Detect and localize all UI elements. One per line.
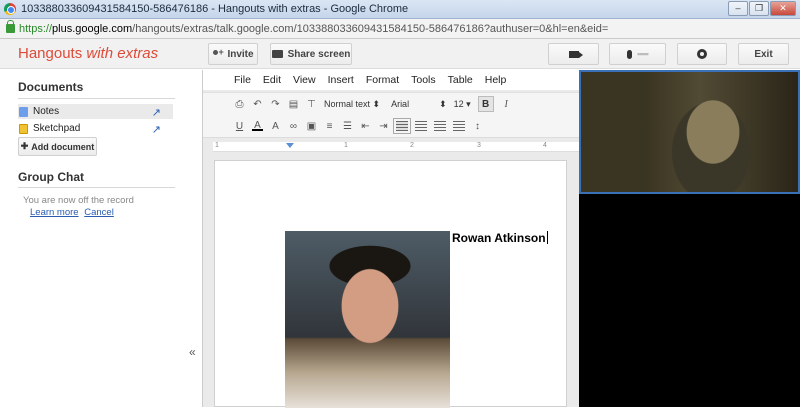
microphone-toggle-button[interactable]: ▪▪▪▪▪ xyxy=(609,43,666,65)
align-justify-icon[interactable] xyxy=(453,121,465,131)
menu-insert[interactable]: Insert xyxy=(328,74,354,86)
link-icon[interactable]: ∞ xyxy=(288,121,299,132)
formatting-toolbar-row1: ⎙ ↶ ↷ ▤ ⊤ Normal text ⬍ Arial ⬍ 12 ▾ B I xyxy=(203,92,580,115)
camera-toggle-button[interactable] xyxy=(548,43,599,65)
mic-level-indicator: ▪▪▪▪▪ xyxy=(637,49,649,59)
document-editor: File Edit View Insert Format Tools Table… xyxy=(202,70,580,408)
doc-item-notes[interactable]: Notes ↗ xyxy=(18,104,173,119)
redo-icon[interactable]: ↷ xyxy=(270,99,281,110)
exit-button[interactable]: Exit xyxy=(738,43,789,65)
paste-icon[interactable]: ▤ xyxy=(288,99,299,110)
divider xyxy=(18,187,175,188)
decrease-indent-icon[interactable]: ⇤ xyxy=(360,121,371,132)
align-right-icon[interactable] xyxy=(434,121,446,131)
url-text[interactable]: https://plus.google.com/hangouts/extras/… xyxy=(19,23,608,35)
highlight-color-icon[interactable]: A xyxy=(270,121,281,132)
underline-icon[interactable]: U xyxy=(234,121,245,132)
doc-item-sketchpad[interactable]: Sketchpad ↗ xyxy=(18,121,173,136)
open-external-icon[interactable]: ↗ xyxy=(152,106,161,119)
menu-format[interactable]: Format xyxy=(366,74,399,86)
menu-edit[interactable]: Edit xyxy=(263,74,281,86)
app-brand: Hangouts with extras xyxy=(18,45,159,62)
settings-button[interactable] xyxy=(677,43,727,65)
video-panel xyxy=(579,70,800,407)
bulleted-list-icon[interactable]: ☰ xyxy=(342,121,353,132)
document-body-text[interactable]: Rowan Atkinson xyxy=(452,231,548,245)
undo-icon[interactable]: ↶ xyxy=(252,99,263,110)
menu-view[interactable]: View xyxy=(293,74,316,86)
sidebar: Documents Notes ↗ Sketchpad ↗ ✚ Add docu… xyxy=(0,70,187,407)
maximize-button[interactable]: ❐ xyxy=(749,1,769,16)
menu-table[interactable]: Table xyxy=(448,74,473,86)
chat-links: Learn more Cancel xyxy=(30,207,117,218)
line-spacing-icon[interactable]: ↕ xyxy=(472,121,483,132)
font-select[interactable]: Arial ⬍ xyxy=(391,99,447,110)
indent-marker[interactable] xyxy=(286,143,294,148)
editor-menubar: File Edit View Insert Format Tools Table… xyxy=(203,70,580,90)
minimize-button[interactable]: – xyxy=(728,1,748,16)
paint-format-icon[interactable]: ⊤ xyxy=(306,99,317,110)
lock-icon xyxy=(6,20,15,33)
formatting-toolbar-row2: U A A ∞ ▣ ≡ ☰ ⇤ ⇥ ↕ xyxy=(203,115,580,138)
gear-icon xyxy=(697,49,707,59)
chrome-logo-icon xyxy=(4,3,16,15)
menu-file[interactable]: File xyxy=(234,74,251,86)
microphone-icon xyxy=(627,49,633,59)
text-cursor xyxy=(546,231,548,244)
numbered-list-icon[interactable]: ≡ xyxy=(324,121,335,132)
ruler[interactable]: 1 1 2 3 4 xyxy=(213,142,579,152)
learn-more-link[interactable]: Learn more xyxy=(30,207,79,218)
divider xyxy=(18,98,175,99)
window-title: 103388033609431584150-586476186 - Hangou… xyxy=(21,3,409,15)
style-select[interactable]: Normal text ⬍ xyxy=(324,99,380,110)
hangouts-header: Hangouts with extras Invite Share screen… xyxy=(0,39,800,69)
bold-button[interactable]: B xyxy=(477,96,494,112)
window-titlebar: 103388033609431584150-586476186 - Hangou… xyxy=(0,0,800,19)
print-icon[interactable]: ⎙ xyxy=(234,99,245,110)
window-controls: – ❐ ✕ xyxy=(728,1,796,16)
collapse-sidebar-icon[interactable]: « xyxy=(189,345,196,359)
add-document-button[interactable]: ✚ Add document xyxy=(18,137,97,156)
align-center-icon[interactable] xyxy=(415,121,427,131)
invite-button[interactable]: Invite xyxy=(208,43,258,65)
plus-icon: ✚ xyxy=(20,141,29,151)
document-page[interactable]: Rowan Atkinson xyxy=(214,160,567,408)
camera-icon xyxy=(568,50,583,58)
group-chat-heading: Group Chat xyxy=(18,170,84,184)
increase-indent-icon[interactable]: ⇥ xyxy=(378,121,389,132)
sketchpad-icon xyxy=(19,123,28,134)
font-size-select[interactable]: 12 ▾ xyxy=(454,99,471,110)
menu-tools[interactable]: Tools xyxy=(411,74,436,86)
off-record-notice: You are now off the record xyxy=(23,195,134,206)
align-left-icon[interactable] xyxy=(393,118,411,134)
cancel-link[interactable]: Cancel xyxy=(84,207,114,218)
close-window-button[interactable]: ✕ xyxy=(770,1,796,16)
document-icon xyxy=(19,106,28,117)
monitor-icon xyxy=(271,50,283,58)
image-icon[interactable]: ▣ xyxy=(306,121,317,132)
share-screen-button[interactable]: Share screen xyxy=(270,43,352,65)
menu-help[interactable]: Help xyxy=(485,74,507,86)
participant-video-thumbnail[interactable] xyxy=(579,70,800,194)
open-external-icon[interactable]: ↗ xyxy=(152,123,161,136)
inserted-photo[interactable] xyxy=(285,231,450,408)
address-bar[interactable]: https://plus.google.com/hangouts/extras/… xyxy=(0,19,800,39)
add-person-icon xyxy=(212,47,224,59)
text-color-icon[interactable]: A xyxy=(252,120,263,131)
documents-heading: Documents xyxy=(18,80,84,94)
italic-button[interactable]: I xyxy=(501,99,512,110)
